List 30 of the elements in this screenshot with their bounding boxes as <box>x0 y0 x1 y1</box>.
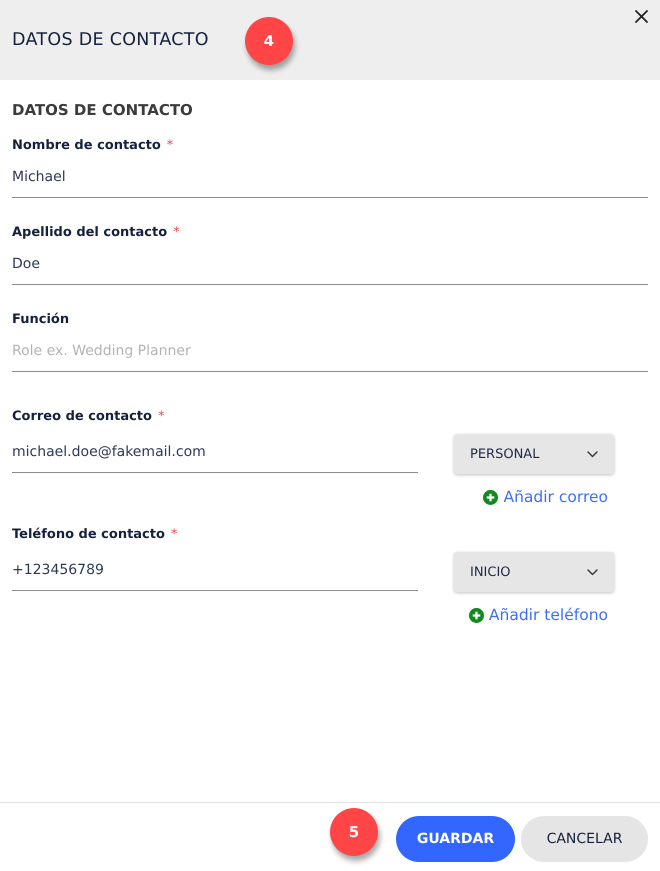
plus-circle-icon <box>483 490 498 504</box>
input-field[interactable]: michael.doe@fakemail.com <box>12 438 418 473</box>
dialog-title: DATOS DE CONTACTO <box>12 30 209 50</box>
type-dropdown[interactable]: PERSONAL <box>454 434 614 474</box>
add-link[interactable]: Añadir correo <box>483 488 608 506</box>
field-label: Teléfono de contacto <box>12 526 165 542</box>
close-icon <box>635 10 648 23</box>
field-label: Nombre de contacto <box>12 138 161 152</box>
chevron-down-icon <box>587 450 598 458</box>
chevron-down-icon <box>587 568 598 576</box>
field-label: Función <box>12 312 70 326</box>
input-field[interactable]: Michael <box>12 163 648 198</box>
save-button[interactable]: GUARDAR <box>396 816 515 862</box>
required-asterisk: * <box>173 224 180 240</box>
field-label: Apellido del contacto <box>12 224 168 240</box>
section-heading: DATOS DE CONTACTO <box>12 101 194 119</box>
cancel-button[interactable]: CANCELAR <box>521 816 648 862</box>
input-field[interactable]: Role ex. Wedding Planner <box>12 337 648 372</box>
add-link[interactable]: Añadir teléfono <box>468 606 608 624</box>
plus-circle-icon <box>468 608 484 622</box>
step-badge: 4 <box>244 17 293 65</box>
close-button[interactable] <box>633 8 650 25</box>
required-asterisk: * <box>166 138 174 152</box>
type-dropdown[interactable]: INICIO <box>454 552 614 592</box>
field-label: Correo de contacto <box>12 408 152 424</box>
input-field[interactable]: Doe <box>12 250 648 285</box>
step-badge: 5 <box>330 808 378 856</box>
required-asterisk: * <box>170 526 178 542</box>
required-asterisk: * <box>158 408 164 424</box>
input-field[interactable]: +123456789 <box>12 556 418 591</box>
